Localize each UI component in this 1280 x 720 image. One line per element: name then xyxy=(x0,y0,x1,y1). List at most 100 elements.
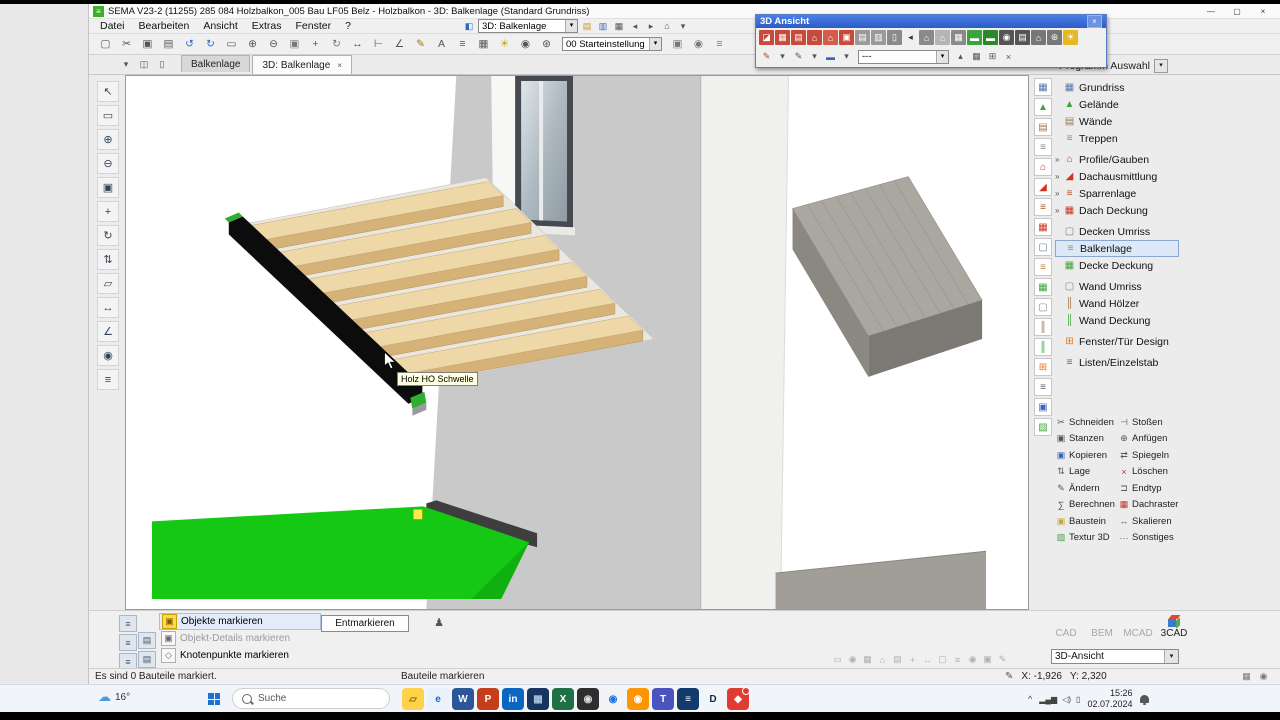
undo-icon[interactable]: ↺ xyxy=(180,35,199,53)
camera-icon[interactable]: ◉ xyxy=(689,35,708,53)
roof-view-icon[interactable]: ◪ xyxy=(759,30,774,45)
program-item-grundriss[interactable]: ▦Grundriss xyxy=(1055,79,1179,96)
weather-widget[interactable]: ☁ 16° xyxy=(98,689,130,705)
menu-fenster[interactable]: Fenster xyxy=(289,20,339,32)
home-icon[interactable]: ⌂ xyxy=(876,653,889,666)
marking-mode-knotenpunkte-markieren[interactable]: ◇Knotenpunkte markieren xyxy=(159,647,321,664)
command-l-schen[interactable]: ×Löschen xyxy=(1118,464,1181,481)
command-sto-en[interactable]: ⊣Stoßen xyxy=(1118,414,1181,431)
strip-wandumriss-icon[interactable]: ▢ xyxy=(1034,298,1052,316)
taskbar-app-explorer[interactable]: ▱ xyxy=(402,688,424,710)
zoom-out-icon[interactable]: ⊖ xyxy=(264,35,283,53)
command-textur-3d[interactable]: ▨Textur 3D xyxy=(1055,530,1118,547)
new-view-icon[interactable]: ▯ xyxy=(155,57,169,71)
program-item-w-nde[interactable]: ▤Wände xyxy=(1055,113,1179,130)
pan-icon[interactable]: + xyxy=(97,201,119,222)
camera-icon[interactable]: ◉ xyxy=(999,30,1014,45)
strip-grundriss-icon[interactable]: ▦ xyxy=(1034,78,1052,96)
wall-gray-2-icon[interactable]: ▥ xyxy=(871,30,886,45)
taskbar-app-sema-app[interactable]: ◆ xyxy=(727,688,749,710)
close-button[interactable]: × xyxy=(1250,5,1276,18)
pen-icon[interactable]: ✎ xyxy=(411,35,430,53)
taskbar-app-linkedin[interactable]: in xyxy=(502,688,524,710)
lock-icon[interactable]: ▣ xyxy=(668,35,687,53)
back-arrow-icon[interactable]: ◂ xyxy=(903,30,918,45)
tray-expand-icon[interactable]: ^ xyxy=(1028,694,1032,704)
taskbar-app-edge[interactable]: e xyxy=(427,688,449,710)
plus-icon[interactable]: + xyxy=(906,653,919,666)
dropdown-icon[interactable]: ▾ xyxy=(839,49,854,64)
close-icon[interactable]: × xyxy=(1087,15,1102,28)
mode-mcad[interactable]: MCAD xyxy=(1123,613,1153,639)
home-view-icon[interactable]: ⌂ xyxy=(660,20,674,33)
program-item-wand-deckung[interactable]: ║Wand Deckung xyxy=(1055,312,1179,329)
target-icon[interactable]: ◉ xyxy=(966,653,979,666)
view-selector-combo[interactable]: 3D: Balkenlage ▾ xyxy=(478,19,578,33)
layer-group-icon[interactable]: ▤ xyxy=(138,651,156,668)
strip-profile-icon[interactable]: ⌂ xyxy=(1034,158,1052,176)
program-item-profile-gauben[interactable]: »⌂Profile/Gauben xyxy=(1055,151,1179,168)
marking-mode-objekte-markieren[interactable]: ▣Objekte markieren xyxy=(159,613,321,630)
command-sonstiges[interactable]: ···Sonstiges xyxy=(1118,530,1181,547)
house-2-icon[interactable]: ⌂ xyxy=(823,30,838,45)
viewport-3d[interactable]: Holz HO Schwelle xyxy=(125,75,1029,610)
add-view-icon[interactable]: ⊞ xyxy=(985,49,1000,64)
list-icon[interactable]: ≡ xyxy=(710,35,729,53)
zoom-in-icon[interactable]: ⊕ xyxy=(243,35,262,53)
angle-icon[interactable]: ∠ xyxy=(390,35,409,53)
menu-extras[interactable]: Extras xyxy=(245,20,289,32)
taskbar-app-excel[interactable]: X xyxy=(552,688,574,710)
grid-small-icon[interactable]: ▦ xyxy=(969,49,984,64)
command-skalieren[interactable]: ↔Skalieren xyxy=(1118,513,1181,530)
viewport-window-icon[interactable]: ◧ xyxy=(462,20,476,33)
texture-pen-red-icon[interactable]: ✎ xyxy=(759,49,774,64)
menu-datei[interactable]: Datei xyxy=(93,20,132,32)
orbit-icon[interactable]: ↻ xyxy=(97,225,119,246)
program-item-dach-deckung[interactable]: »▦Dach Deckung xyxy=(1055,202,1179,219)
spin-up-icon[interactable]: ▴ xyxy=(953,49,968,64)
list-icon[interactable]: ≡ xyxy=(951,653,964,666)
notification-bell-icon[interactable] xyxy=(1140,695,1149,703)
close-icon[interactable]: × xyxy=(337,61,342,70)
program-item-decken-umriss[interactable]: ▢Decken Umriss xyxy=(1055,223,1179,240)
menu-[interactable]: ? xyxy=(338,20,358,32)
visibility-icon[interactable]: ◉ xyxy=(516,35,535,53)
taskbar-app-camera-app[interactable]: ◉ xyxy=(577,688,599,710)
orbit-icon[interactable]: ↻ xyxy=(327,35,346,53)
program-item-decke-deckung[interactable]: ▦Decke Deckung xyxy=(1055,257,1179,274)
floor-grid-icon[interactable]: ▦ xyxy=(951,30,966,45)
layer-list-icon[interactable]: ≡ xyxy=(119,615,137,632)
print-icon[interactable]: ▦ xyxy=(612,20,626,33)
save-icon[interactable]: ▥ xyxy=(596,20,610,33)
strip-deckenumriss-icon[interactable]: ▢ xyxy=(1034,238,1052,256)
sun-icon[interactable]: ☀ xyxy=(495,35,514,53)
eye-icon[interactable]: ◉ xyxy=(846,653,859,666)
pan-icon[interactable]: + xyxy=(306,35,325,53)
text-icon[interactable]: A xyxy=(432,35,451,53)
strip-wandhoelzer-icon[interactable]: ║ xyxy=(1034,318,1052,336)
detach-window-icon[interactable]: ◫ xyxy=(137,57,151,71)
strip-fenster-icon[interactable]: ⊞ xyxy=(1034,358,1052,376)
open-project-icon[interactable]: ▤ xyxy=(580,20,594,33)
strip-gelaende-icon[interactable]: ▲ xyxy=(1034,98,1052,116)
program-item-sparrenlage[interactable]: »≡Sparrenlage xyxy=(1055,185,1179,202)
house-light-icon[interactable]: ⌂ xyxy=(935,30,950,45)
dropdown-icon[interactable]: ▾ xyxy=(775,49,790,64)
arrows-icon[interactable]: ↔ xyxy=(921,653,934,666)
paste-icon[interactable]: ▤ xyxy=(159,35,178,53)
menu-bearbeiten[interactable]: Bearbeiten xyxy=(132,20,197,32)
red-square-icon[interactable]: ▣ xyxy=(839,30,854,45)
layers-icon[interactable]: ≡ xyxy=(453,35,472,53)
layers-icon[interactable]: ≡ xyxy=(97,369,119,390)
mode-bem[interactable]: BEM xyxy=(1087,613,1117,639)
maximize-button[interactable]: ▢ xyxy=(1224,5,1250,18)
panel-icon[interactable]: ▤ xyxy=(891,653,904,666)
prev-view-icon[interactable]: ◂ xyxy=(628,20,642,33)
zoom-fit-icon[interactable]: ▣ xyxy=(97,177,119,198)
person-icon[interactable]: ♟ xyxy=(431,614,447,630)
program-item-fenster-t-r-design[interactable]: ⊞Fenster/Tür Design xyxy=(1055,333,1179,350)
layer-group-icon[interactable]: ▤ xyxy=(138,632,156,649)
roof-panel-icon[interactable]: ▤ xyxy=(791,30,806,45)
mode-3cad[interactable]: 3CAD xyxy=(1159,613,1189,639)
next-view-icon[interactable]: ▸ xyxy=(644,20,658,33)
